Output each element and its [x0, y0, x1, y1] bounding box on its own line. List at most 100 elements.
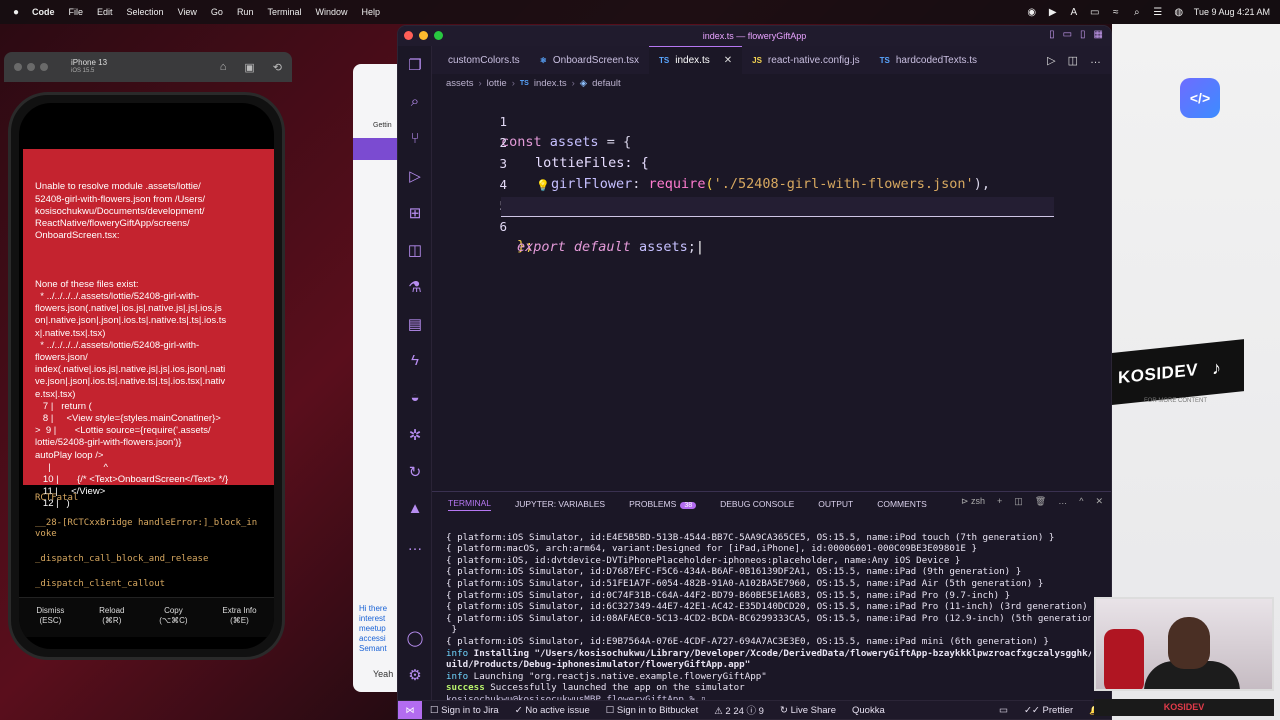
tab-react-native-config[interactable]: JS react-native.config.js: [742, 46, 870, 74]
source-control-icon[interactable]: ⑂: [398, 120, 432, 157]
tab-index-ts[interactable]: TS index.ts ✕: [649, 46, 743, 74]
breadcrumb-item[interactable]: assets: [446, 78, 473, 89]
close-panel-icon[interactable]: ✕: [1095, 496, 1103, 507]
close-dot[interactable]: [14, 63, 22, 71]
tab-hardcodedtexts[interactable]: TS hardcodedTexts.ts: [870, 46, 987, 74]
more-actions-icon[interactable]: …: [1090, 54, 1101, 66]
record-icon[interactable]: ◉: [1026, 6, 1038, 18]
menubar-clock[interactable]: Tue 9 Aug 4:21 AM: [1194, 7, 1270, 17]
add-terminal-icon[interactable]: +: [997, 496, 1002, 507]
tab-debug-console[interactable]: DEBUG CONSOLE: [720, 499, 794, 509]
extra-info-button[interactable]: Extra Info (⌘E): [222, 598, 256, 637]
menu-run[interactable]: Run: [237, 7, 254, 17]
terminal-output[interactable]: { platform:iOS Simulator, id:E4E5B5BD-51…: [446, 520, 1091, 719]
menu-help[interactable]: Help: [361, 7, 380, 17]
run-debug-icon[interactable]: ▷: [398, 157, 432, 194]
rotate-icon[interactable]: ⟲: [273, 61, 282, 74]
testing-icon[interactable]: ⚗: [398, 268, 432, 305]
control-center-icon[interactable]: ☰: [1152, 6, 1164, 18]
notebook-icon[interactable]: ▤: [398, 305, 432, 342]
code-line-current[interactable]: 6 export default assets;|: [499, 197, 1054, 255]
tab-customcolors[interactable]: customColors.ts: [432, 46, 530, 74]
bug-icon[interactable]: ✲: [398, 416, 432, 453]
play-icon[interactable]: ▶: [1047, 6, 1059, 18]
code-line[interactable]: 5 💡 };: [432, 176, 1111, 254]
more-icon[interactable]: …: [1058, 496, 1067, 507]
menu-edit[interactable]: Edit: [97, 7, 113, 17]
home-icon[interactable]: ⌂: [220, 61, 227, 74]
code-line[interactable]: 3 girlFlower: require('./52408-girl-with…: [432, 134, 1111, 192]
code-line[interactable]: 2 lottieFiles: {: [432, 113, 1111, 171]
breadcrumb-item[interactable]: lottie: [487, 78, 507, 89]
battery-icon[interactable]: ▭: [1089, 6, 1101, 18]
maximize-panel-icon[interactable]: ^: [1079, 496, 1083, 507]
layout-icon[interactable]: ▦: [1094, 29, 1103, 40]
tab-jupyter-variables[interactable]: JUPYTER: VARIABLES: [515, 499, 605, 509]
siri-icon[interactable]: ◍: [1173, 6, 1185, 18]
explorer-icon[interactable]: ❐: [398, 46, 432, 83]
close-button[interactable]: [404, 31, 413, 40]
code-editor[interactable]: 1 const assets = { 2 lottieFiles: { 3 gi…: [432, 92, 1111, 492]
redbox-error[interactable]: Unable to resolve module .assets/lottie/…: [23, 149, 274, 509]
search-icon[interactable]: ⌕: [1131, 6, 1143, 18]
toggle-sidebar-icon[interactable]: ▯: [1049, 29, 1055, 40]
background-browser[interactable]: Gettin Hi there interest meetup accessi …: [353, 64, 403, 692]
menu-selection[interactable]: Selection: [127, 7, 164, 17]
trash-icon[interactable]: 🗑: [1035, 496, 1046, 507]
breadcrumb-item[interactable]: index.ts: [534, 78, 567, 89]
zoom-button[interactable]: [434, 31, 443, 40]
atlassian-icon[interactable]: ▲: [398, 490, 432, 527]
remote-explorer-icon[interactable]: ◫: [398, 231, 432, 268]
menu-app-name[interactable]: Code: [32, 7, 55, 17]
zoom-dot[interactable]: [40, 63, 48, 71]
breadcrumb-item[interactable]: default: [592, 78, 621, 89]
code-line[interactable]: 4 },: [432, 155, 1111, 213]
quokka-status[interactable]: Quokka: [852, 705, 885, 716]
prettier-status[interactable]: ✓✓ Prettier: [1024, 705, 1073, 716]
menu-file[interactable]: File: [69, 7, 84, 17]
tab-onboardscreen[interactable]: ⚛ OnboardScreen.tsx: [530, 46, 649, 74]
menu-terminal[interactable]: Terminal: [267, 7, 301, 17]
problems-status[interactable]: ⚠ 2 24 ⓘ 9: [714, 703, 764, 717]
copy-button[interactable]: Copy (⌥⌘C): [159, 598, 187, 637]
tab-output[interactable]: OUTPUT: [818, 499, 853, 509]
terminal-shell-icon[interactable]: ⊳ zsh: [961, 496, 985, 507]
liveshare-icon[interactable]: ↻: [398, 453, 432, 490]
menu-go[interactable]: Go: [211, 7, 223, 17]
stack-frame[interactable]: _dispatch_call_block_and_release: [35, 554, 270, 565]
stack-frame[interactable]: _dispatch_client_callout: [35, 579, 270, 590]
toggle-secondary-icon[interactable]: ▯: [1080, 29, 1086, 40]
search-icon[interactable]: ⌕: [398, 83, 432, 120]
split-terminal-icon[interactable]: ◫: [1014, 496, 1023, 507]
split-editor-icon[interactable]: ◫: [1068, 54, 1078, 67]
code-line[interactable]: 1 const assets = {: [432, 92, 1111, 150]
apple-icon[interactable]: ●: [10, 7, 22, 18]
issue-status[interactable]: ✓ No active issue: [515, 705, 590, 716]
stack-frame[interactable]: __28-[RCTCxxBridge handleError:]_block_i…: [35, 518, 270, 540]
settings-gear-icon[interactable]: ⚙: [398, 656, 432, 693]
lightbulb-icon[interactable]: 💡: [536, 176, 550, 196]
wifi-icon[interactable]: ≈: [1110, 6, 1122, 18]
tab-comments[interactable]: COMMENTS: [877, 499, 927, 509]
dismiss-button[interactable]: Dismiss (ESC): [36, 598, 64, 637]
minimize-dot[interactable]: [27, 63, 35, 71]
menu-view[interactable]: View: [178, 7, 197, 17]
minimize-button[interactable]: [419, 31, 428, 40]
liveshare-status[interactable]: ↻ Live Share: [780, 705, 836, 716]
toggle-panel-icon[interactable]: ▭: [1063, 29, 1072, 40]
remote-icon[interactable]: ⋈: [398, 700, 422, 719]
keyboard-icon[interactable]: A: [1068, 6, 1080, 18]
browser-tab[interactable]: Gettin: [373, 122, 392, 129]
jira-status[interactable]: ☐ Sign in to Jira: [430, 705, 499, 716]
reload-button[interactable]: Reload (⌘R): [99, 598, 124, 637]
stack-frame[interactable]: RCTFatal: [35, 493, 270, 504]
tab-terminal[interactable]: TERMINAL: [448, 498, 491, 511]
layout-status-icon[interactable]: ▭: [999, 705, 1008, 716]
run-icon[interactable]: ▷: [1047, 54, 1055, 67]
more-icon[interactable]: …: [398, 527, 432, 564]
tab-problems[interactable]: PROBLEMS 38: [629, 499, 697, 509]
extensions-icon[interactable]: ⊞: [398, 194, 432, 231]
account-icon[interactable]: ◯: [398, 619, 432, 656]
close-tab-icon[interactable]: ✕: [724, 55, 732, 66]
menu-window[interactable]: Window: [315, 7, 347, 17]
